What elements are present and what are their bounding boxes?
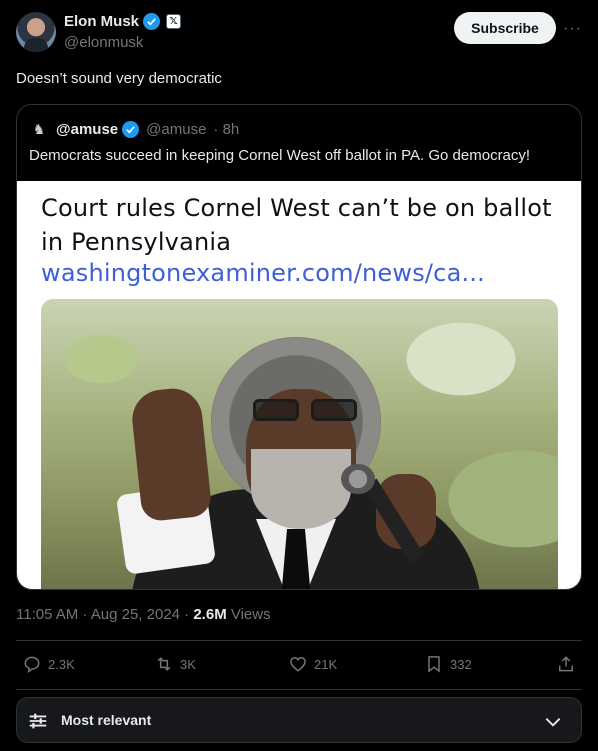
like-button[interactable]: 21K: [288, 654, 337, 674]
quoted-tweet[interactable]: ♞ @amuse @amuse · 8h Democrats succeed i…: [16, 104, 582, 590]
reply-sort-dropdown[interactable]: Most relevant: [16, 697, 582, 743]
author-name-row: Elon Musk 𝕏: [64, 13, 182, 30]
more-options-icon[interactable]: ···: [563, 20, 582, 38]
photo-glasses: [253, 399, 361, 421]
quoted-author-name[interactable]: @amuse: [56, 121, 118, 138]
quoted-time: · 8h: [213, 120, 240, 138]
quoted-author-handle: @amuse: [146, 120, 207, 138]
repost-count: 3K: [180, 656, 196, 672]
reply-count: 2.3K: [48, 656, 75, 672]
repost-icon: [157, 657, 171, 671]
sliders-icon: [29, 713, 47, 729]
microphone-icon: [341, 464, 375, 494]
bookmark-icon: [428, 656, 440, 673]
share-icon: [559, 656, 573, 672]
quoted-verified-icon: [122, 120, 140, 138]
quoted-avatar-icon[interactable]: ♞: [29, 119, 49, 139]
author-avatar[interactable]: [16, 12, 56, 52]
heart-icon: [290, 656, 306, 672]
card-photo: [41, 299, 558, 589]
photo-raised-hand: [129, 385, 213, 523]
quoted-tweet-header: ♞ @amuse @amuse · 8h: [29, 119, 239, 139]
action-bar: 2.3K 3K 21K 332: [16, 650, 582, 680]
views-count: 2.6M: [193, 606, 227, 623]
tweet-text: Doesn’t sound very democratic: [16, 70, 222, 87]
quoted-tweet-text: Democrats succeed in keeping Cornel West…: [29, 147, 531, 164]
bookmark-count: 332: [450, 656, 472, 672]
repost-button[interactable]: 3K: [154, 654, 196, 674]
views-label: Views: [226, 606, 271, 623]
bookmark-button[interactable]: 332: [424, 654, 472, 674]
x-affiliation-icon: 𝕏: [166, 14, 182, 29]
card-link[interactable]: washingtonexaminer.com/news/ca...: [41, 259, 485, 287]
reply-icon: [24, 656, 40, 674]
author-handle[interactable]: @elonmusk: [64, 34, 143, 51]
share-button[interactable]: [556, 654, 576, 674]
subscribe-button[interactable]: Subscribe: [454, 12, 556, 44]
card-title: Court rules Cornel West can’t be on ball…: [41, 194, 552, 256]
link-card[interactable]: Court rules Cornel West can’t be on ball…: [17, 181, 581, 589]
divider: [16, 689, 582, 690]
tweet-meta: 11:05 AM · Aug 25, 2024 · 2.6M Views: [16, 606, 271, 623]
chevron-down-icon: [545, 718, 561, 727]
like-count: 21K: [314, 656, 338, 672]
tweet-header: Elon Musk 𝕏 @elonmusk Subscribe ···: [16, 10, 582, 56]
reply-button[interactable]: 2.3K: [22, 654, 75, 674]
tweet-timestamp[interactable]: 11:05 AM · Aug 25, 2024 ·: [16, 606, 193, 623]
verified-badge-icon: [143, 13, 161, 30]
sort-label: Most relevant: [61, 712, 152, 728]
author-name[interactable]: Elon Musk: [64, 13, 139, 30]
divider: [16, 640, 582, 641]
photo-beard: [251, 449, 351, 529]
